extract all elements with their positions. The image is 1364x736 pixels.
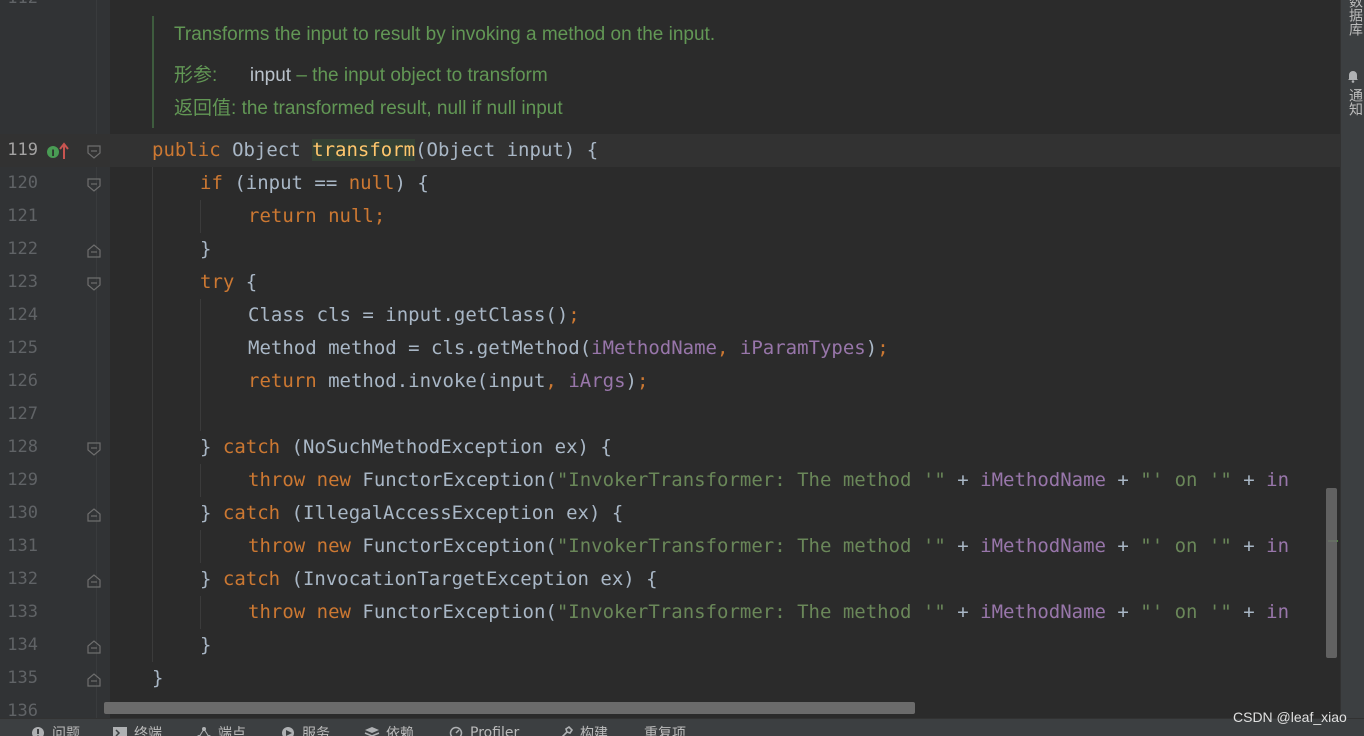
tool-tab-duplicates[interactable]: 重复项	[644, 723, 686, 736]
right-tool-strip: 数据库 通知	[1340, 0, 1364, 718]
code-line[interactable]: }	[200, 233, 211, 266]
indent-guide	[200, 596, 201, 629]
code-line[interactable]: throw new FunctorException("InvokerTrans…	[248, 464, 1289, 497]
problems-icon	[30, 725, 46, 736]
fold-close-icon[interactable]	[87, 640, 101, 654]
fold-close-icon[interactable]	[87, 574, 101, 588]
line-number: 132	[0, 563, 38, 596]
implements-overrides-icon[interactable]: I	[46, 142, 72, 160]
line-number: 133	[0, 596, 38, 629]
indent-guide	[200, 464, 201, 497]
rendered-javadoc: Transforms the input to result by invoki…	[152, 16, 854, 128]
indent-guide	[200, 299, 201, 431]
line-number: 127	[0, 398, 38, 431]
doc-return-label: 返回值:	[174, 98, 236, 119]
code-line[interactable]: } catch (IllegalAccessException ex) {	[200, 497, 623, 530]
doc-param-label: 形参:	[174, 65, 217, 86]
line-number: 125	[0, 332, 38, 365]
line-number: 123	[0, 266, 38, 299]
fold-open-icon[interactable]	[87, 442, 101, 456]
svg-text:I: I	[51, 149, 54, 159]
tool-tab-services[interactable]: 服务	[280, 723, 330, 736]
code-line[interactable]: if (input == null) {	[200, 167, 429, 200]
line-number: 120	[0, 167, 38, 200]
terminal-icon	[112, 725, 128, 736]
tool-tab-endpoints[interactable]: 端点	[196, 723, 246, 736]
code-line[interactable]: Method method = cls.getMethod(iMethodNam…	[248, 332, 889, 365]
doc-param-row: 形参: input – the input object to transfor…	[174, 60, 548, 87]
indent-guide	[200, 200, 201, 233]
code-line[interactable]: return method.invoke(input, iArgs);	[248, 365, 648, 398]
code-line[interactable]: public Object transform(Object input) {	[152, 134, 598, 167]
code-line[interactable]: } catch (NoSuchMethodException ex) {	[200, 431, 612, 464]
notifications-tool-tab[interactable]: 通知	[1345, 88, 1364, 116]
doc-param-desc: – the input object to transform	[296, 65, 547, 86]
line-number: 136	[0, 695, 38, 718]
line-number: 131	[0, 530, 38, 563]
line-number: 126	[0, 365, 38, 398]
database-tool-tab[interactable]: 数据库	[1345, 0, 1364, 36]
code-line[interactable]: try {	[200, 266, 257, 299]
line-number: 124	[0, 299, 38, 332]
watermark: CSDN @leaf_xiao	[1233, 709, 1347, 725]
gutter-separator	[96, 0, 97, 718]
code-line[interactable]: return null;	[248, 200, 385, 233]
doc-summary: Transforms the input to result by invoki…	[174, 24, 715, 46]
fold-open-icon[interactable]	[87, 178, 101, 192]
method-declaration: transform	[312, 139, 415, 161]
build-icon	[558, 725, 574, 736]
dependencies-icon	[364, 725, 380, 736]
indent-guide	[200, 530, 201, 563]
run-services-icon	[280, 725, 296, 736]
line-number: 112	[0, 0, 38, 15]
indent-guide	[152, 167, 153, 662]
code-line[interactable]: } catch (InvocationTargetException ex) {	[200, 563, 658, 596]
code-line[interactable]: throw new FunctorException("InvokerTrans…	[248, 530, 1289, 563]
code-line[interactable]: throw new FunctorException("InvokerTrans…	[248, 596, 1289, 629]
doc-param-name: input	[250, 65, 291, 86]
line-number: 134	[0, 629, 38, 662]
line-number: 128	[0, 431, 38, 464]
bottom-tool-bar: 问题 终端 端点 服务 依赖 Profiler 构建 重复项	[0, 718, 1364, 736]
bell-icon[interactable]	[1346, 68, 1360, 82]
doc-return-desc: the transformed result, null if null inp…	[242, 98, 563, 119]
tool-tab-build[interactable]: 构建	[558, 723, 608, 736]
tool-tab-terminal[interactable]: 终端	[112, 723, 162, 736]
code-line[interactable]: }	[152, 662, 163, 695]
line-number: 129	[0, 464, 38, 497]
fold-open-icon[interactable]	[87, 277, 101, 291]
line-number: 130	[0, 497, 38, 530]
fold-close-icon[interactable]	[87, 244, 101, 258]
code-editor[interactable]: 112 119 120 121 122 123 124 125 126 127 …	[0, 0, 1340, 718]
horizontal-scrollbar[interactable]	[104, 702, 915, 714]
line-number: 119	[0, 134, 38, 167]
vertical-scrollbar[interactable]	[1326, 488, 1337, 658]
code-line[interactable]: }	[200, 629, 211, 662]
fold-open-icon[interactable]	[87, 145, 101, 159]
tool-tab-profiler[interactable]: Profiler	[448, 723, 519, 736]
fold-close-icon[interactable]	[87, 508, 101, 522]
line-number: 122	[0, 233, 38, 266]
tool-tab-dependencies[interactable]: 依赖	[364, 723, 414, 736]
tool-tab-problems[interactable]: 问题	[30, 723, 80, 736]
fold-close-icon[interactable]	[87, 673, 101, 687]
code-line[interactable]: Class cls = input.getClass();	[248, 299, 580, 332]
profiler-icon	[448, 725, 464, 736]
doc-return-row: 返回值: the transformed result, null if nul…	[174, 93, 563, 120]
line-number: 135	[0, 662, 38, 695]
line-number: 121	[0, 200, 38, 233]
services-icon	[196, 725, 212, 736]
